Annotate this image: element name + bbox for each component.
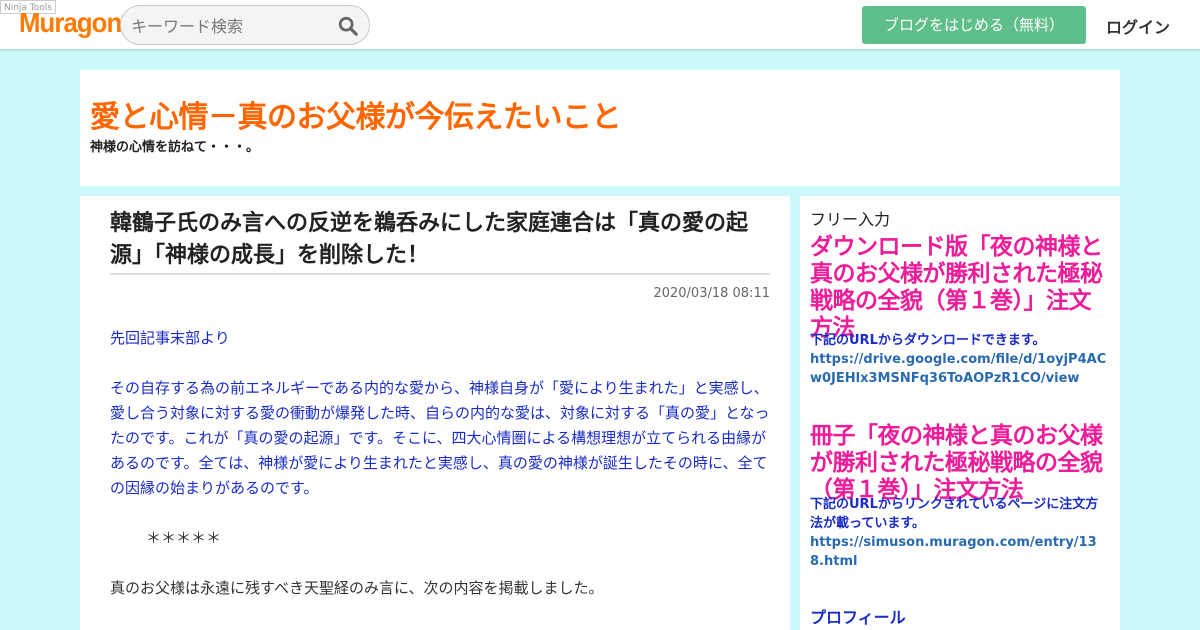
main-content: 韓鶴子氏のみ言への反逆を鵜呑みにした家庭連合は「真の愛の起源」「神様の成長」を削…	[80, 196, 790, 630]
search-input[interactable]	[131, 15, 331, 37]
booklet-order-text: 下記のURLからリンクされているページに注文方法が載っています。	[810, 497, 1099, 531]
sidebar-heading: フリー入力	[810, 210, 891, 229]
post-separator: ＊＊＊＊＊	[146, 529, 222, 547]
download-order-text: 下記のURLからダウンロードできます。	[810, 333, 1046, 348]
post-paragraph: その自存する為の前エネルギーである内的な愛から、神様自身が「愛により生まれた」と…	[110, 379, 770, 497]
sidebar: フリー入力 ダウンロード版「夜の神様と真のお父様が勝利された極秘戦略の全貌（第１…	[800, 196, 1120, 630]
download-order-title: ダウンロード版「夜の神様と真のお父様が勝利された極秘戦略の全貌（第１巻）」注文方…	[810, 234, 1103, 341]
blog-description: 神様の心情を訪ねて・・・。	[90, 140, 260, 155]
booklet-order-title: 冊子「夜の神様と真のお父様が勝利された極秘戦略の全貌（第１巻）」注文方法	[810, 423, 1103, 503]
search-box[interactable]	[120, 5, 370, 45]
start-blog-button[interactable]: ブログをはじめる（無料）	[862, 6, 1086, 44]
download-link[interactable]: https://drive.google.com/file/d/1oyjP4AC…	[810, 350, 1110, 388]
title-divider	[110, 273, 770, 275]
post-paragraph: 真のお父様は永遠に残すべき天聖経のみ言に、次の内容を掲載しました。	[110, 579, 604, 597]
post-body: 先回記事末部より その自存する為の前エネルギーである内的な愛から、神様自身が「愛…	[110, 326, 770, 626]
top-navigation-bar: Ninja Tools Muragon ブログをはじめる（無料） ログイン	[0, 0, 1200, 49]
muragon-logo[interactable]: Muragon	[19, 7, 122, 39]
login-link[interactable]: ログイン	[1106, 14, 1170, 38]
profile-heading: プロフィール	[810, 608, 906, 627]
post-paragraph: 先回記事末部より	[110, 329, 230, 347]
post-title: 韓鶴子氏のみ言への反逆を鵜呑みにした家庭連合は「真の愛の起源」「神様の成長」を削…	[110, 211, 749, 268]
search-icon[interactable]	[337, 15, 359, 37]
booklet-link[interactable]: https://simuson.muragon.com/entry/138.ht…	[810, 533, 1110, 571]
blog-title[interactable]: 愛と心情－真のお父様が今伝えたいこと	[90, 92, 622, 136]
blog-header: 愛と心情－真のお父様が今伝えたいこと 神様の心情を訪ねて・・・。	[80, 70, 1120, 186]
post-date: 2020/03/18 08:11	[653, 286, 770, 301]
